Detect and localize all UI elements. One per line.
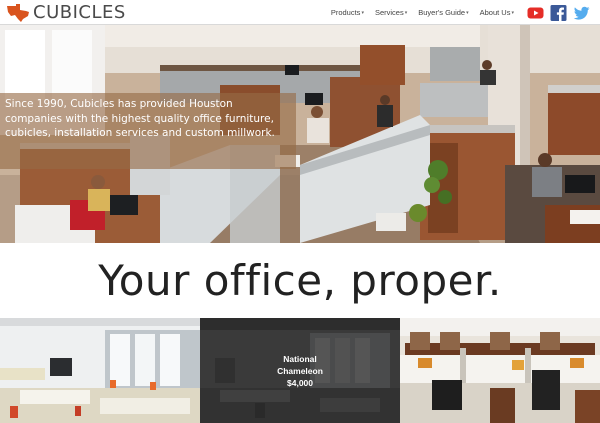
- wood-cubicles-photo: [400, 318, 600, 423]
- hero-description: Since 1990, Cubicles has provided Housto…: [5, 98, 275, 139]
- product-tile-wood-cubicles[interactable]: [400, 318, 600, 423]
- product-tiles: National Chameleon $4,000: [0, 318, 600, 423]
- product-name-line2: Chameleon: [277, 366, 323, 376]
- product-tile-white-workstations[interactable]: [0, 318, 200, 423]
- main-menu: Products ▾ Services ▾ Buyer's Guide ▾ About…: [320, 0, 514, 25]
- menu-item-buyers-guide[interactable]: Buyer's Guide ▾: [418, 8, 468, 17]
- top-nav: CUBICLES Products ▾ Services ▾ Buyer's Gui…: [0, 0, 600, 25]
- hero-banner: Since 1990, Cubicles has provided Housto…: [0, 25, 600, 243]
- texas-icon: [7, 3, 29, 22]
- product-tile-national-chameleon[interactable]: National Chameleon $4,000: [200, 318, 400, 423]
- menu-item-about-us[interactable]: About Us ▾: [480, 8, 514, 17]
- chevron-down-icon: ▾: [404, 9, 408, 16]
- menu-item-label: Buyer's Guide: [418, 8, 466, 17]
- product-name-line1: National: [283, 354, 317, 364]
- product-price: $4,000: [287, 378, 313, 388]
- brand-name: CUBICLES: [33, 1, 126, 23]
- twitter-icon[interactable]: [573, 5, 590, 21]
- tagline-section: Your office, proper.: [0, 243, 600, 318]
- chevron-down-icon: ▾: [511, 9, 514, 16]
- youtube-icon[interactable]: [527, 5, 544, 21]
- brand-logo[interactable]: CUBICLES: [5, 2, 126, 23]
- chevron-down-icon: ▾: [466, 9, 469, 16]
- social-links: [521, 4, 590, 21]
- menu-item-products[interactable]: Products ▾: [331, 8, 364, 17]
- facebook-icon[interactable]: [550, 4, 567, 21]
- menu-item-services[interactable]: Services ▾: [375, 8, 407, 17]
- tagline-heading: Your office, proper.: [98, 256, 502, 305]
- menu-item-label: About Us: [479, 8, 511, 17]
- workstations-photo: [0, 318, 200, 423]
- menu-item-label: Services: [374, 8, 404, 17]
- menu-item-label: Products: [330, 8, 361, 17]
- chameleon-caption: National Chameleon $4,000: [200, 353, 400, 389]
- chevron-down-icon: ▾: [361, 9, 364, 16]
